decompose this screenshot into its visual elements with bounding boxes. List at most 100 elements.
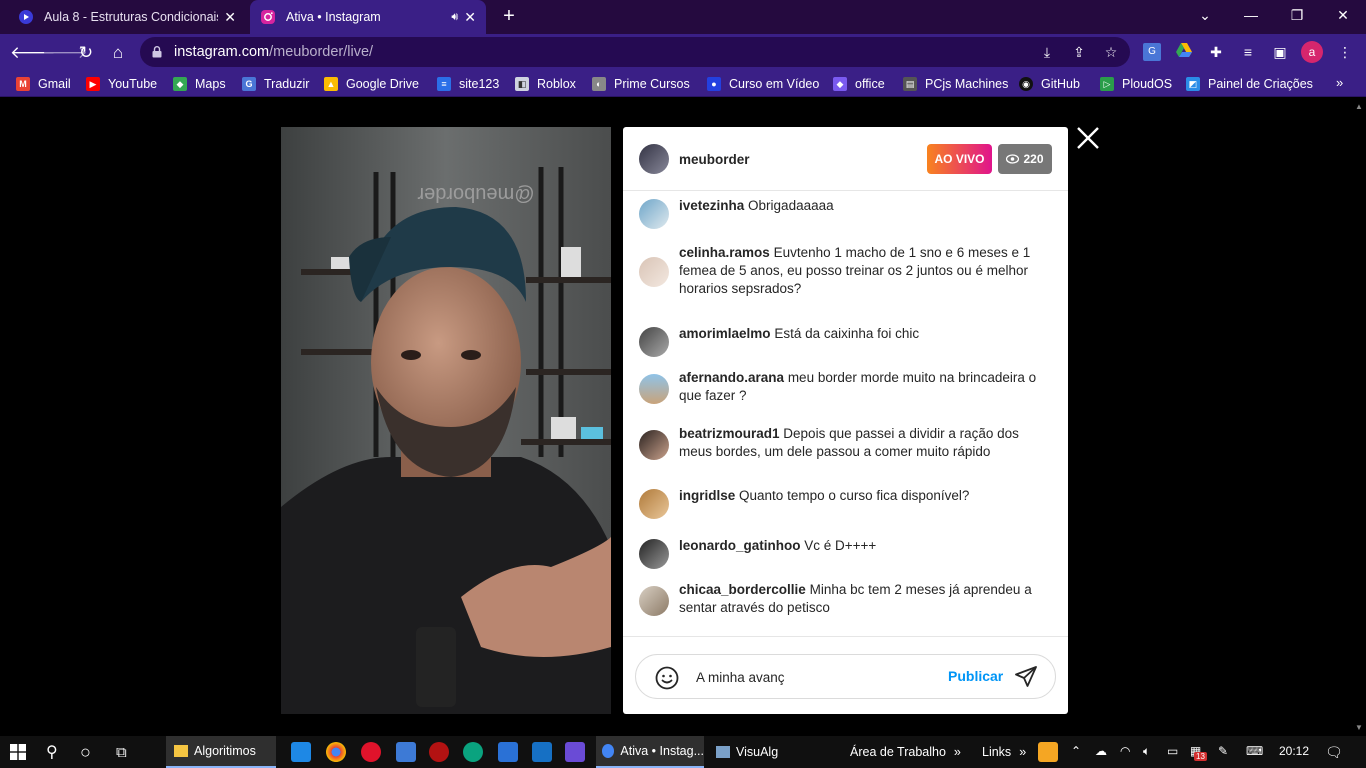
side-panel-icon[interactable]: ▣ <box>1271 43 1289 61</box>
back-button[interactable]: 🡐 <box>10 41 56 65</box>
comment-input[interactable] <box>696 667 936 687</box>
taskbar-folder-algoritimos[interactable]: Algoritimos <box>166 736 276 768</box>
extensions-puzzle-icon[interactable]: ✚ <box>1207 43 1225 61</box>
forward-button[interactable]: 🡒 <box>42 41 88 65</box>
bookmark-site123[interactable]: ≡ site123 <box>437 75 499 93</box>
edge-dev-icon[interactable] <box>463 742 483 762</box>
commenter-avatar[interactable] <box>639 539 669 569</box>
mail-icon[interactable] <box>396 742 416 762</box>
comment-username[interactable]: amorimlaelmo <box>679 326 771 341</box>
install-app-icon[interactable]: ⤓ <box>1038 43 1056 61</box>
close-icon[interactable] <box>1075 125 1101 151</box>
comment-username[interactable]: ingridlse <box>679 488 735 503</box>
tab-search-icon[interactable]: ⌄ <box>1182 0 1228 30</box>
comment-username[interactable]: chicaa_bordercollie <box>679 582 806 597</box>
comment-username[interactable]: leonardo_gatinhoo <box>679 538 801 553</box>
bookmark-maps[interactable]: ◆ Maps <box>173 75 226 93</box>
clock-time[interactable]: 20:12 <box>1279 744 1309 758</box>
commenter-avatar[interactable] <box>639 199 669 229</box>
bookmark-painel-de-criacoes[interactable]: ◩ Painel de Criações <box>1186 75 1313 93</box>
bookmark-star-icon[interactable]: ☆ <box>1102 43 1120 61</box>
bookmark-traduzir[interactable]: G Traduzir <box>242 75 309 93</box>
chrome-icon[interactable] <box>326 742 346 762</box>
comment-username[interactable]: afernando.arana <box>679 370 784 385</box>
tab-aula8[interactable]: Aula 8 - Estruturas Condicionais 2 ✕ <box>8 0 246 34</box>
desktop-toolbar[interactable]: Área de Trabalho » <box>850 736 961 768</box>
commenter-avatar[interactable] <box>639 586 669 616</box>
menu-kebab-icon[interactable]: ⋮ <box>1336 43 1354 61</box>
close-tab-icon[interactable]: ✕ <box>224 9 236 26</box>
bookmark-prime-cursos[interactable]: ◐ Prime Cursos <box>592 75 690 93</box>
url-text[interactable]: instagram.com/meuborder/live/ <box>174 44 373 60</box>
wifi-icon[interactable]: ◠ <box>1120 744 1130 758</box>
publish-button[interactable]: Publicar <box>948 668 1003 684</box>
desktop-label: Área de Trabalho <box>850 745 946 759</box>
lock-icon[interactable] <box>152 45 162 63</box>
show-hidden-icons[interactable]: ⌃ <box>1071 744 1081 758</box>
comment-list[interactable]: ivetezinha Obrigadaaaaa celinha.ramos Eu… <box>623 192 1068 636</box>
notification-app-icon[interactable]: ▦ 13 <box>1190 744 1207 761</box>
bookmarks-overflow-button[interactable]: » <box>1336 75 1343 90</box>
volume-icon[interactable]: 🔈︎ <box>1143 744 1150 759</box>
store-icon[interactable] <box>498 742 518 762</box>
outlook-icon[interactable] <box>532 742 552 762</box>
scroll-up-icon[interactable]: ▲ <box>1355 102 1363 111</box>
host-username[interactable]: meuborder <box>679 152 750 167</box>
opera-icon[interactable] <box>361 742 381 762</box>
action-center-icon[interactable]: 🗨︎ <box>1325 744 1343 761</box>
comment-username[interactable]: ivetezinha <box>679 198 744 213</box>
game-icon[interactable] <box>429 742 449 762</box>
commenter-avatar[interactable] <box>639 257 669 287</box>
office-app-icon[interactable] <box>565 742 585 762</box>
app-tray-icon[interactable] <box>1038 742 1058 762</box>
bookmark-youtube[interactable]: ▶ YouTube <box>86 75 157 93</box>
live-video[interactable]: @meuborder <box>281 127 611 714</box>
cortana-icon[interactable]: ○ <box>80 736 91 768</box>
scroll-down-icon[interactable]: ▼ <box>1355 723 1363 732</box>
keyboard-icon[interactable]: ⌨ <box>1246 744 1263 758</box>
taskbar-instagram-window[interactable]: Ativa • Instag... <box>596 736 704 768</box>
drive-extension-icon[interactable] <box>1175 43 1193 61</box>
bookmark-gmail[interactable]: M Gmail <box>16 75 71 93</box>
task-view-icon[interactable]: ⧉ <box>116 736 127 768</box>
tab-instagram[interactable]: Ativa • Instagram 🔊︎ ✕ <box>250 0 486 34</box>
links-toolbar[interactable]: Links » <box>982 736 1026 768</box>
bookmark-pcjs-machines[interactable]: ▤ PCjs Machines <box>903 75 1008 93</box>
reload-button[interactable]: ↻ <box>74 41 98 65</box>
pen-icon[interactable]: ✎ <box>1218 744 1228 758</box>
close-tab-icon[interactable]: ✕ <box>464 9 476 26</box>
search-icon[interactable]: ⚲ <box>46 736 58 768</box>
cloud-icon[interactable]: ☁ <box>1095 744 1107 758</box>
translate-extension-icon[interactable]: G <box>1143 43 1161 61</box>
comment-username[interactable]: celinha.ramos <box>679 245 770 260</box>
send-icon[interactable] <box>1014 665 1038 689</box>
profile-avatar[interactable]: a <box>1301 41 1323 63</box>
bookmark-github[interactable]: ◉ GitHub <box>1019 75 1080 93</box>
commenter-avatar[interactable] <box>639 327 669 357</box>
battery-icon[interactable]: ▭ <box>1167 744 1178 758</box>
commenter-avatar[interactable] <box>639 374 669 404</box>
close-window-button[interactable]: ✕ <box>1320 0 1366 30</box>
host-avatar[interactable] <box>639 144 669 174</box>
emoji-icon[interactable] <box>655 666 679 690</box>
bookmark-curso-em-video[interactable]: ● Curso em Vídeo <box>707 75 819 93</box>
start-button[interactable] <box>10 736 26 768</box>
commenter-avatar[interactable] <box>639 489 669 519</box>
minimize-button[interactable]: — <box>1228 0 1274 30</box>
bookmark-google-drive[interactable]: ▲ Google Drive <box>324 75 419 93</box>
bookmark-roblox[interactable]: ◧ Roblox <box>515 75 576 93</box>
new-tab-button[interactable]: + <box>498 5 520 27</box>
media-queue-icon[interactable]: ≡ <box>1239 43 1257 61</box>
bookmark-office[interactable]: ◆ office <box>833 75 885 93</box>
bookmark-ploudos[interactable]: ▷ PloudOS <box>1100 75 1172 93</box>
page-scrollbar[interactable]: ▲ ▼ <box>1351 98 1366 736</box>
commenter-avatar[interactable] <box>639 430 669 460</box>
comment-username[interactable]: beatrizmourad1 <box>679 426 780 441</box>
taskbar-visualg[interactable]: VisuAlg <box>716 736 778 768</box>
edge-icon[interactable] <box>291 742 311 762</box>
address-bar[interactable]: instagram.com/meuborder/live/ ⤓ ⇪ ☆ <box>140 37 1130 67</box>
home-button[interactable]: ⌂ <box>106 41 130 65</box>
restore-button[interactable]: ❐ <box>1274 0 1320 30</box>
share-icon[interactable]: ⇪ <box>1070 43 1088 61</box>
speaker-icon[interactable]: 🔊︎ <box>451 11 458 24</box>
